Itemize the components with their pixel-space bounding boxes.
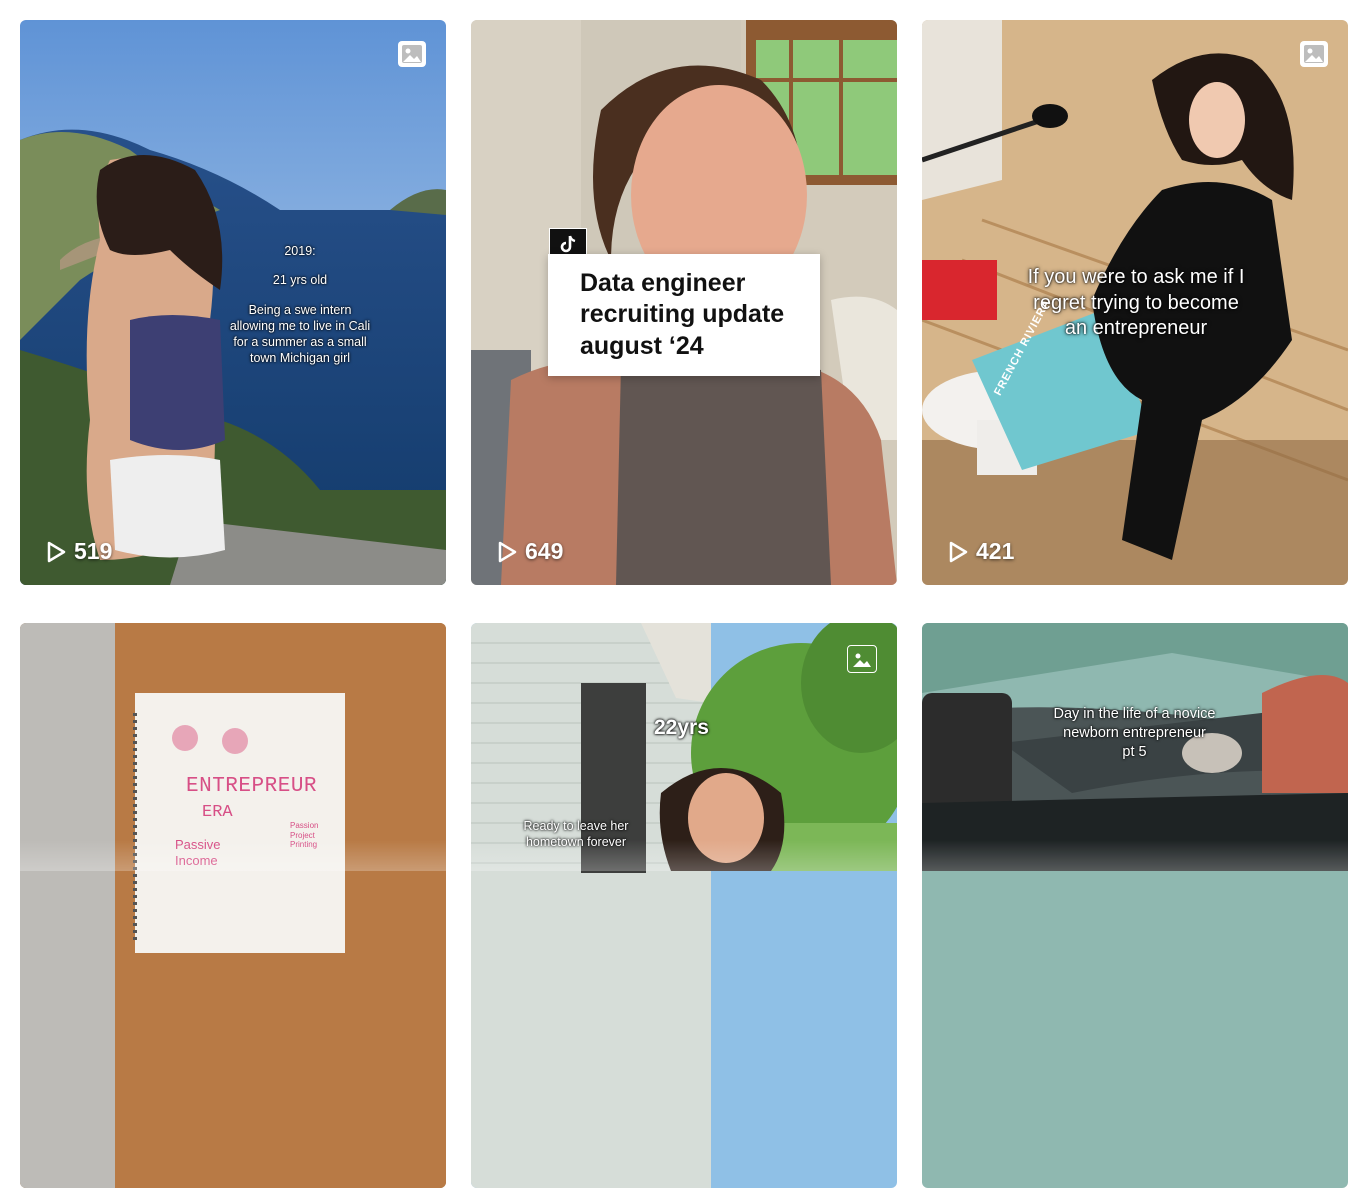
- notebook-subheadline: ERA: [202, 803, 233, 822]
- caption-line: an entrepreneur: [1064, 317, 1208, 340]
- caption-line: Day in the life of a novice: [1053, 706, 1216, 722]
- video-title-card: Data engineer recruiting update august ‘…: [548, 254, 820, 376]
- notebook-note-left: Passive Income: [175, 837, 221, 868]
- caption-line: hometown forever: [525, 835, 627, 850]
- view-count: 519: [46, 538, 112, 565]
- title-line: august ‘24: [580, 331, 704, 360]
- caption-line: newborn entrepreneur: [1063, 724, 1206, 741]
- caption-line: 21 yrs old: [272, 273, 328, 288]
- view-count-value: 519: [74, 538, 113, 564]
- caption-line: for a summer as a small: [233, 335, 367, 349]
- thumbnail-house-yard: [471, 623, 897, 1188]
- notebook-note-right: Passion Project Printing: [290, 821, 319, 850]
- title-line: recruiting update: [580, 300, 785, 329]
- caption-line: town Michigan girl: [249, 351, 351, 366]
- view-count: 649: [497, 538, 563, 565]
- thumbnail-notebook: [20, 623, 446, 1188]
- caption-overlay: Day in the life of a novice newborn entr…: [1022, 705, 1247, 762]
- view-count-value: 649: [525, 538, 564, 564]
- view-count: 421: [948, 538, 1014, 565]
- notebook-headline: ENTREPREUR: [186, 775, 318, 798]
- caption-overlay: 2019: 21 yrs old Being a swe intern allo…: [215, 243, 385, 367]
- caption-line: pt 5: [1122, 743, 1147, 760]
- video-grid: 2019: 21 yrs old Being a swe intern allo…: [0, 0, 1358, 1188]
- caption-line: Ready to leave her: [523, 819, 629, 833]
- image-icon: [847, 645, 877, 673]
- image-icon: [1300, 41, 1328, 67]
- video-card[interactable]: Day in the life of a novice newborn entr…: [922, 623, 1348, 1188]
- caption-line: allowing me to live in Cali: [229, 318, 371, 333]
- video-card[interactable]: ENTREPREUR ERA Passive Income Passion Pr…: [20, 623, 446, 1188]
- caption-line: Being a swe intern: [248, 302, 352, 317]
- view-count-value: 421: [976, 538, 1015, 564]
- age-overlay: 22yrs: [654, 716, 709, 739]
- play-icon: [498, 541, 517, 562]
- video-card[interactable]: 2019: 21 yrs old Being a swe intern allo…: [20, 20, 446, 585]
- title-line: Data engineer: [580, 269, 746, 297]
- caption-line: 2019:: [284, 244, 316, 258]
- video-card[interactable]: 22yrs Ready to leave her hometown foreve…: [471, 623, 897, 1188]
- play-icon: [47, 541, 66, 562]
- image-icon: [398, 41, 426, 67]
- caption-overlay: Ready to leave her hometown forever: [511, 818, 641, 851]
- play-icon: [949, 541, 968, 562]
- video-card[interactable]: Data engineer recruiting update august ‘…: [471, 20, 897, 585]
- video-card[interactable]: If you were to ask me if I regret trying…: [922, 20, 1348, 585]
- caption-line: If you were to ask me if I: [1027, 266, 1245, 288]
